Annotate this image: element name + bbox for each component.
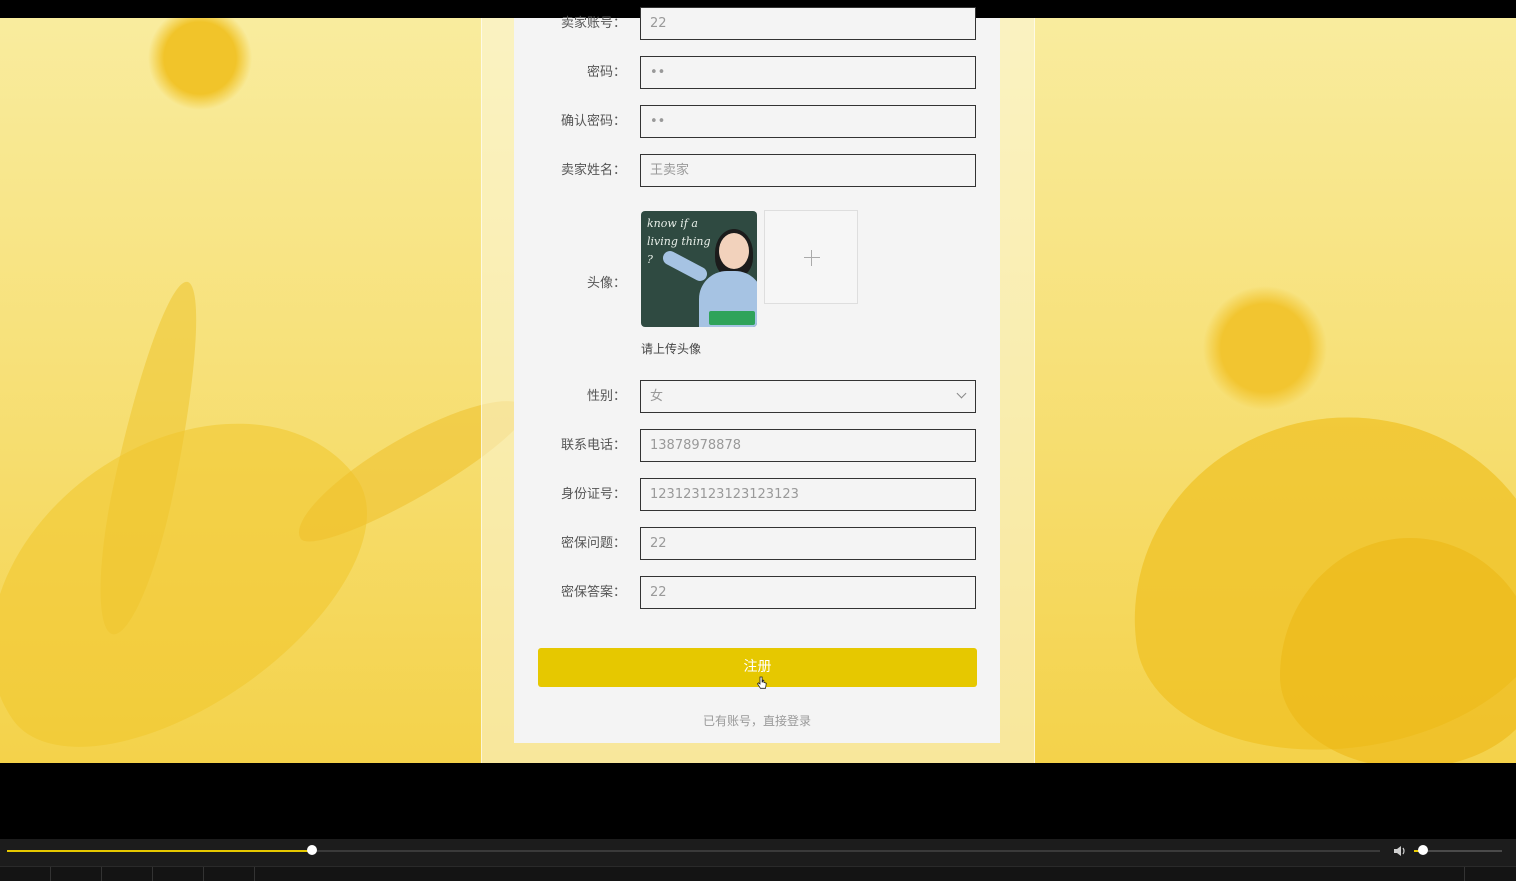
taskbar-divider (50, 867, 51, 881)
security-answer-row: 密保答案： 22 (514, 576, 1000, 609)
gender-label: 性别： (586, 389, 626, 404)
password-row: 密码： •• (514, 56, 1000, 89)
person-head (719, 233, 749, 269)
gender-row: 性别： 女 (514, 380, 1000, 413)
hand-cursor-icon (757, 676, 767, 689)
gender-value: 女 (650, 389, 664, 404)
security-answer-label: 密保答案： (560, 585, 626, 600)
account-row: 卖家账号： 22 (514, 7, 1000, 40)
seek-progress (7, 850, 312, 852)
account-label: 卖家账号： (560, 16, 626, 31)
phone-input[interactable]: 13878978878 (640, 429, 976, 462)
avatar-label: 头像： (586, 276, 626, 291)
name-input[interactable]: 王卖家 (640, 154, 976, 187)
volume-slider[interactable] (1414, 845, 1502, 855)
account-input[interactable]: 22 (640, 7, 976, 40)
book (709, 311, 755, 325)
seek-bar[interactable] (7, 845, 1380, 855)
taskbar-divider (101, 867, 102, 881)
security-question-label: 密保问题： (560, 536, 626, 551)
name-label: 卖家姓名： (560, 163, 626, 178)
avatar-image[interactable]: know if a living thing ? (641, 211, 757, 327)
upload-avatar-button[interactable] (764, 210, 858, 304)
decorative-leaf (0, 351, 417, 763)
avatar-row: 头像： (514, 267, 1000, 300)
id-number-row: 身份证号： 123123123123123123 (514, 478, 1000, 511)
phone-label: 联系电话： (560, 438, 626, 453)
id-number-label: 身份证号： (560, 487, 626, 502)
chevron-down-icon (956, 388, 967, 399)
phone-row: 联系电话： 13878978878 (514, 429, 1000, 462)
login-link[interactable]: 已有账号，直接登录 (514, 712, 1000, 729)
password-label: 密码： (586, 65, 626, 80)
security-answer-input[interactable]: 22 (640, 576, 976, 609)
taskbar-divider (203, 867, 204, 881)
confirm-password-row: 确认密码： •• (514, 105, 1000, 138)
id-number-input[interactable]: 123123123123123123 (640, 478, 976, 511)
taskbar-divider (152, 867, 153, 881)
seek-handle[interactable] (306, 845, 317, 855)
taskbar-divider (254, 867, 255, 881)
avatar-hint: 请上传头像 (641, 342, 702, 356)
gender-select[interactable]: 女 (640, 380, 976, 413)
name-row: 卖家姓名： 王卖家 (514, 154, 1000, 187)
password-input[interactable]: •• (640, 56, 976, 89)
volume-icon[interactable] (1392, 843, 1408, 859)
security-question-input[interactable]: 22 (640, 527, 976, 560)
confirm-password-label: 确认密码： (560, 114, 626, 129)
volume-handle[interactable] (1417, 845, 1428, 855)
bottom-letterbox (0, 763, 1516, 839)
plus-icon (811, 250, 812, 266)
confirm-password-input[interactable]: •• (640, 105, 976, 138)
taskbar-divider (1464, 867, 1465, 881)
plus-icon (804, 257, 820, 258)
taskbar-strip (0, 866, 1516, 881)
security-question-row: 密保问题： 22 (514, 527, 1000, 560)
